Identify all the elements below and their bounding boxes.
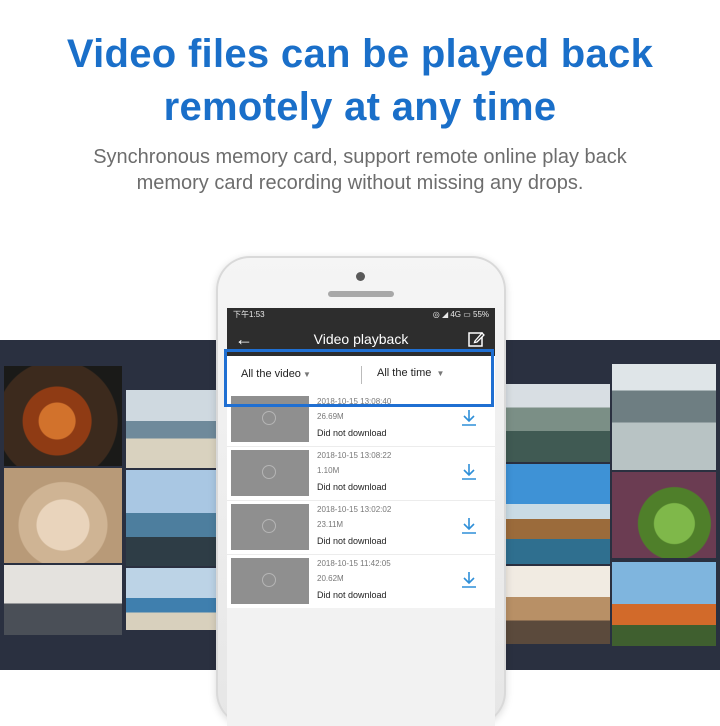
photo-plant [612,472,716,558]
headline-line-1: Video files can be played back [66,32,654,76]
phone-mockup: 下午1:53 ◎ ◢ 4G ▭ 55% ← Video playback All… [216,256,506,726]
front-camera [356,272,365,281]
download-icon[interactable] [459,408,479,428]
photo-beach-hut [500,464,610,564]
subline: Synchronous memory card, support remote … [0,144,720,196]
download-icon[interactable] [459,462,479,482]
subline-line-2: memory card recording without missing an… [136,172,584,194]
photo-flower [612,562,716,646]
photo-collage-left [0,340,236,670]
download-status: Did not download [317,428,387,438]
recording-size: 26.69M [317,412,344,421]
recording-date: 2018-10-15 13:08:22 [317,451,392,460]
status-indicators: ◎ ◢ 4G ▭ 55% [432,310,489,319]
photo-room [4,565,122,635]
video-thumbnail [231,558,309,604]
photo-river [500,384,610,462]
page-title: Video playback [313,331,409,347]
filter-highlight-box [224,349,494,407]
list-item[interactable]: 2018-10-15 13:08:22 1.10M Did not downlo… [227,448,495,501]
video-thumbnail [231,504,309,550]
photo-dog [4,468,122,563]
play-icon [262,519,276,533]
list-item[interactable]: 2018-10-15 11:42:05 20.62M Did not downl… [227,556,495,609]
play-icon [262,465,276,479]
play-icon [262,573,276,587]
recording-date: 2018-10-15 13:02:02 [317,505,392,514]
download-status: Did not download [317,590,387,600]
recording-size: 20.62M [317,574,344,583]
download-status: Did not download [317,482,387,492]
play-icon [262,411,276,425]
video-thumbnail [231,450,309,496]
status-bar: 下午1:53 ◎ ◢ 4G ▭ 55% [227,308,495,322]
recording-date: 2018-10-15 11:42:05 [317,559,391,568]
photo-boat [612,364,716,470]
download-icon[interactable] [459,570,479,590]
recording-list: 2018-10-15 13:08:40 26.69M Did not downl… [227,394,495,610]
subline-line-1: Synchronous memory card, support remote … [93,146,627,168]
list-item[interactable]: 2018-10-15 13:02:02 23.11M Did not downl… [227,502,495,555]
headline: Video files can be played back remotely … [0,28,720,134]
photo-mall [500,566,610,644]
photo-collage-right [492,340,720,670]
photo-food [4,366,122,466]
download-icon[interactable] [459,516,479,536]
headline-line-2: remotely at any time [163,85,557,129]
edit-icon[interactable] [467,330,485,348]
recording-size: 23.11M [317,520,344,529]
status-time: 下午1:53 [233,310,265,319]
earpiece-speaker [328,291,394,297]
recording-size: 1.10M [317,466,340,475]
download-status: Did not download [317,536,387,546]
empty-list-area [227,608,495,726]
